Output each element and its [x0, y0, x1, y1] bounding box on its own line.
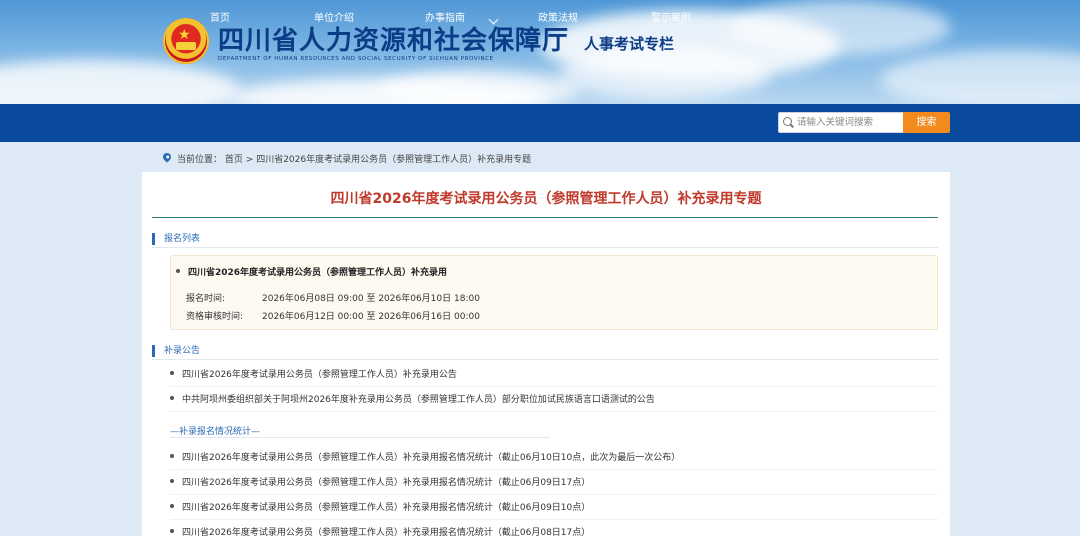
search-icon: [783, 117, 792, 126]
breadcrumb-home-link[interactable]: 首页: [225, 155, 243, 165]
section-title-announcements: 补录公告: [164, 346, 201, 356]
national-emblem-icon: ★: [163, 18, 209, 64]
statistics-link[interactable]: 四川省2026年度考试录用公务员（参照管理工作人员）补充录用报名情况统计（截止0…: [170, 446, 938, 470]
signup-time-value: 2026年06月08日 09:00 至 2026年06月10日 18:00: [262, 294, 480, 304]
statistics-link[interactable]: 四川省2026年度考试录用公务员（参照管理工作人员）补充录用报名情况统计（截止0…: [170, 496, 938, 520]
breadcrumb-label: 当前位置：: [177, 155, 223, 165]
announcement-link[interactable]: 中共阿坝州委组织部关于阿坝州2026年度补充录用公务员（参照管理工作人员）部分职…: [170, 388, 938, 412]
section-title-statistics: —补录报名情况统计—: [170, 424, 550, 438]
location-pin-icon: [161, 151, 173, 163]
site-subtitle: DEPARTMENT OF HUMAN RESOURCES AND SOCIAL…: [218, 56, 494, 62]
signup-time-label: 报名时间:: [186, 294, 226, 304]
breadcrumb-separator: >: [245, 155, 254, 165]
breadcrumb-current[interactable]: 四川省2026年度考试录用公务员（参照管理工作人员）补充录用专题: [256, 155, 531, 165]
section-title-registration: 报名列表: [164, 234, 201, 244]
registration-item-title[interactable]: 四川省2026年度考试录用公务员（参照管理工作人员）补充录用: [176, 265, 447, 278]
nav-item-about[interactable]: 单位介绍: [314, 0, 354, 38]
nav-item-policy[interactable]: 政策法规: [538, 0, 578, 38]
nav-item-guide[interactable]: 办事指南: [425, 0, 465, 38]
search-button[interactable]: 搜索: [903, 112, 950, 133]
site-title[interactable]: 四川省人力资源和社会保障厅: [218, 20, 569, 57]
statistics-link[interactable]: 四川省2026年度考试录用公务员（参照管理工作人员）补充录用报名情况统计（截止0…: [170, 521, 938, 536]
search-input[interactable]: [778, 112, 904, 133]
review-time-label: 资格审核时间:: [186, 312, 244, 322]
statistics-link[interactable]: 四川省2026年度考试录用公务员（参照管理工作人员）补充录用报名情况统计（截止0…: [170, 471, 938, 495]
announcement-link[interactable]: 四川省2026年度考试录用公务员（参照管理工作人员）补充录用公告: [170, 363, 938, 387]
page-title: 四川省2026年度考试录用公务员（参照管理工作人员）补充录用专题: [330, 191, 762, 207]
title-divider: [152, 217, 938, 218]
nav-item-cases[interactable]: 警示案例: [651, 0, 691, 38]
section-header-announcements: 补录公告: [152, 344, 938, 360]
review-time-value: 2026年06月12日 00:00 至 2026年06月16日 00:00: [262, 312, 480, 322]
section-header-registration: 报名列表: [152, 232, 938, 248]
breadcrumb: 当前位置： 首页 > 四川省2026年度考试录用公务员（参照管理工作人员）补充录…: [161, 151, 531, 167]
nav-item-home[interactable]: 首页: [210, 0, 230, 38]
